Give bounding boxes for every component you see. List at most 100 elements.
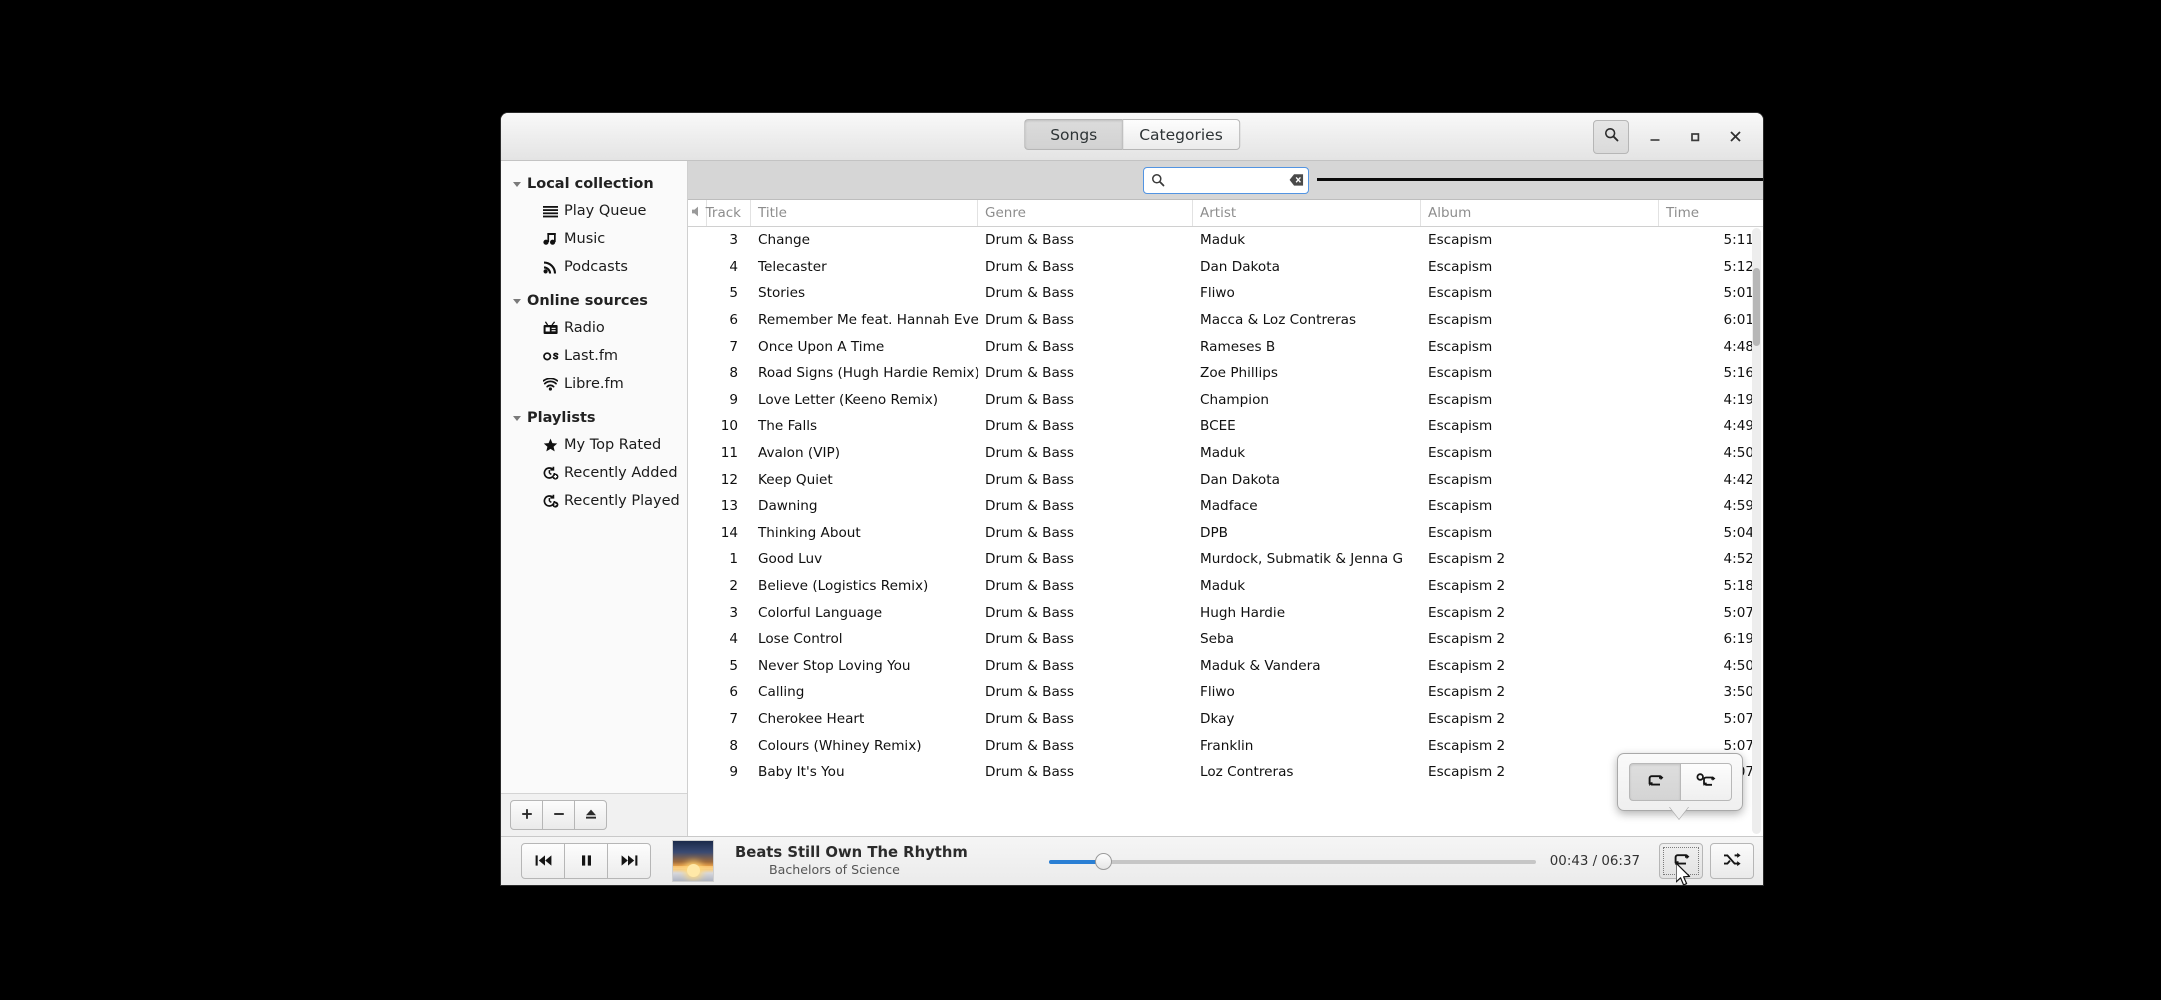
- transport-controls: [521, 843, 650, 879]
- cell-title: Never Stop Loving You: [751, 658, 978, 674]
- table-scrollbar[interactable]: [1752, 228, 1761, 834]
- table-scrollbar-thumb[interactable]: [1753, 268, 1760, 346]
- table-row[interactable]: 9Baby It's YouDrum & BassLoz ContrerasEs…: [688, 759, 1763, 786]
- seek-handle[interactable]: [1095, 853, 1112, 870]
- column-header-playing[interactable]: [688, 200, 707, 226]
- sidebar-item-podcasts[interactable]: Podcasts: [501, 253, 687, 281]
- sidebar-group-playlists[interactable]: Playlists: [501, 404, 687, 431]
- repeat-all-option[interactable]: [1629, 763, 1680, 801]
- cell-track: 11: [707, 445, 751, 461]
- main-content: Track Title Genre Artist Album Time 3Cha…: [688, 161, 1763, 836]
- table-row[interactable]: 3Colorful LanguageDrum & BassHugh Hardie…: [688, 599, 1763, 626]
- table-row[interactable]: 5Never Stop Loving YouDrum & BassMaduk &…: [688, 653, 1763, 680]
- tab-categories[interactable]: Categories: [1122, 119, 1240, 150]
- table-row[interactable]: 9Love Letter (Keeno Remix)Drum & BassCha…: [688, 387, 1763, 414]
- previous-button[interactable]: [521, 843, 565, 879]
- sidebar-item-librefm[interactable]: Libre.fm: [501, 370, 687, 398]
- clock-add-icon: [543, 466, 564, 480]
- sidebar-item-recently-played[interactable]: Recently Played: [501, 487, 687, 515]
- column-label: Artist: [1200, 205, 1236, 221]
- table-row[interactable]: 13DawningDrum & BassMadfaceEscapism4:59: [688, 493, 1763, 520]
- shuffle-icon: [1723, 852, 1741, 871]
- cell-album: Escapism: [1421, 365, 1659, 381]
- table-row[interactable]: 11Avalon (VIP)Drum & BassMadukEscapism4:…: [688, 440, 1763, 467]
- cell-album: Escapism: [1421, 525, 1659, 541]
- search-input[interactable]: [1170, 168, 1284, 193]
- sidebar-item-label: Libre.fm: [564, 376, 624, 392]
- music-player-window: Songs Categories: [501, 113, 1763, 885]
- column-header-artist[interactable]: Artist: [1193, 200, 1421, 226]
- cell-title: Thinking About: [751, 525, 978, 541]
- table-row[interactable]: 10The FallsDrum & BassBCEEEscapism4:49: [688, 413, 1763, 440]
- table-row[interactable]: 6Remember Me feat. Hannah EveDrum & Bass…: [688, 307, 1763, 334]
- cell-genre: Drum & Bass: [978, 259, 1193, 275]
- tab-songs[interactable]: Songs: [1024, 119, 1122, 150]
- cell-title: Stories: [751, 285, 978, 301]
- sidebar-item-recently-added[interactable]: Recently Added: [501, 459, 687, 487]
- column-header-album[interactable]: Album: [1421, 200, 1659, 226]
- cell-track: 10: [707, 418, 751, 434]
- clock-play-icon: [543, 494, 564, 508]
- sidebar-item-play-queue[interactable]: Play Queue: [501, 197, 687, 225]
- cell-artist: Dan Dakota: [1193, 259, 1421, 275]
- column-header-title[interactable]: Title: [751, 200, 978, 226]
- cell-title: Believe (Logistics Remix): [751, 578, 978, 594]
- sidebar-group-online-sources[interactable]: Online sources: [501, 287, 687, 314]
- remove-playlist-button[interactable]: [542, 800, 575, 830]
- search-toggle-button[interactable]: [1593, 120, 1629, 154]
- repeat-track-option[interactable]: [1680, 763, 1732, 801]
- table-row[interactable]: 14Thinking AboutDrum & BassDPBEscapism5:…: [688, 520, 1763, 547]
- table-row[interactable]: 6CallingDrum & BassFliwoEscapism 23:50: [688, 679, 1763, 706]
- now-playing-info: Beats Still Own The Rhythm Bachelors of …: [735, 844, 1035, 878]
- sidebar-item-lastfm[interactable]: Last.fm: [501, 342, 687, 370]
- table-row[interactable]: 8Colours (Whiney Remix)Drum & BassFrankl…: [688, 732, 1763, 759]
- next-button[interactable]: [607, 843, 651, 879]
- window-close-button[interactable]: [1715, 117, 1755, 157]
- chevron-down-icon: [509, 296, 525, 306]
- shuffle-mode-button[interactable]: [1710, 843, 1754, 879]
- table-row[interactable]: 7Cherokee HeartDrum & BassDkayEscapism 2…: [688, 706, 1763, 733]
- table-row[interactable]: 4TelecasterDrum & BassDan DakotaEscapism…: [688, 254, 1763, 281]
- search-icon: [1151, 173, 1165, 187]
- cell-album: Escapism: [1421, 418, 1659, 434]
- table-row[interactable]: 12Keep QuietDrum & BassDan DakotaEscapis…: [688, 466, 1763, 493]
- cell-time: 5:07: [1659, 605, 1763, 621]
- table-row[interactable]: 7Once Upon A TimeDrum & BassRameses BEsc…: [688, 333, 1763, 360]
- column-label: Track: [706, 205, 741, 221]
- table-row[interactable]: 5StoriesDrum & BassFliwoEscapism5:01: [688, 280, 1763, 307]
- cell-album: Escapism 2: [1421, 605, 1659, 621]
- column-header-track[interactable]: Track: [707, 200, 751, 226]
- table-row[interactable]: 8Road Signs (Hugh Hardie Remix)Drum & Ba…: [688, 360, 1763, 387]
- song-table-body[interactable]: 3ChangeDrum & BassMadukEscapism5:114Tele…: [688, 227, 1763, 836]
- table-row[interactable]: 3ChangeDrum & BassMadukEscapism5:11: [688, 227, 1763, 254]
- cell-genre: Drum & Bass: [978, 764, 1193, 780]
- cell-album: Escapism: [1421, 392, 1659, 408]
- cell-time: 5:01: [1659, 285, 1763, 301]
- table-row[interactable]: 2Believe (Logistics Remix)Drum & BassMad…: [688, 573, 1763, 600]
- cell-artist: BCEE: [1193, 418, 1421, 434]
- cell-genre: Drum & Bass: [978, 392, 1193, 408]
- popover-pointer: [1669, 806, 1689, 819]
- eject-button[interactable]: [574, 800, 607, 830]
- window-maximize-button[interactable]: [1675, 117, 1715, 157]
- sidebar-item-my-top-rated[interactable]: My Top Rated: [501, 431, 687, 459]
- column-header-time[interactable]: Time: [1659, 200, 1763, 226]
- song-table: Track Title Genre Artist Album Time 3Cha…: [688, 200, 1763, 836]
- sidebar-item-music[interactable]: Music: [501, 225, 687, 253]
- cell-album: Escapism 2: [1421, 631, 1659, 647]
- cell-album: Escapism: [1421, 259, 1659, 275]
- pause-button[interactable]: [564, 843, 608, 879]
- window-minimize-button[interactable]: [1635, 117, 1675, 157]
- table-row[interactable]: 1Good LuvDrum & BassMurdock, Submatik & …: [688, 546, 1763, 573]
- cell-genre: Drum & Bass: [978, 684, 1193, 700]
- sidebar-item-radio[interactable]: Radio: [501, 314, 687, 342]
- table-row[interactable]: 4Lose ControlDrum & BassSebaEscapism 26:…: [688, 626, 1763, 653]
- cell-genre: Drum & Bass: [978, 631, 1193, 647]
- clear-search-button[interactable]: [1284, 173, 1308, 187]
- add-playlist-button[interactable]: [510, 800, 543, 830]
- sidebar-group-local-collection[interactable]: Local collection: [501, 170, 687, 197]
- cell-album: Escapism 2: [1421, 711, 1659, 727]
- search-field-wrapper[interactable]: [1143, 167, 1309, 194]
- seek-slider[interactable]: [1049, 844, 1536, 878]
- column-header-genre[interactable]: Genre: [978, 200, 1193, 226]
